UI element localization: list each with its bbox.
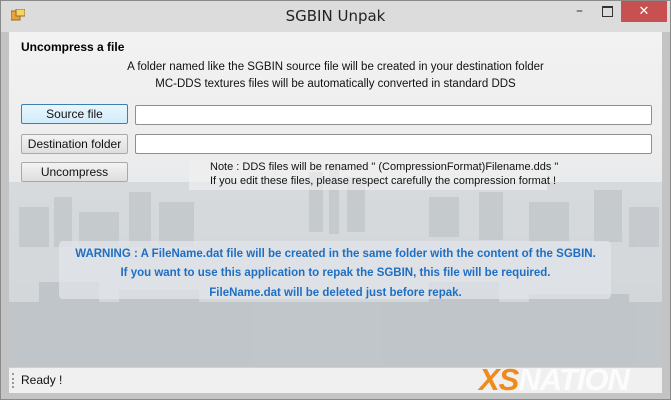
xsnation-logo: XSNATION <box>479 367 630 393</box>
title-bar[interactable]: SGBIN Unpak – ✕ <box>1 1 670 32</box>
minimize-button[interactable]: – <box>567 1 592 22</box>
minimize-icon: – <box>576 3 583 19</box>
logo-part-nation: NATION <box>518 367 630 393</box>
note-text-line-2: If you edit these files, please respect … <box>210 175 557 187</box>
maximize-button[interactable] <box>594 1 620 22</box>
source-file-button[interactable]: Source file <box>21 104 128 124</box>
status-text: Ready ! <box>21 373 63 387</box>
main-panel: Uncompress a file A folder named like th… <box>9 32 662 366</box>
status-bar: Ready ! XSNATION <box>9 367 662 393</box>
maximize-icon <box>601 6 613 17</box>
warning-text-line-1: WARNING : A FileName.dat file will be cr… <box>75 248 596 260</box>
close-button[interactable]: ✕ <box>621 1 667 22</box>
destination-folder-button[interactable]: Destination folder <box>21 134 128 154</box>
note-text-line-1: Note : DDS files will be renamed " (Comp… <box>210 161 559 173</box>
app-window: SGBIN Unpak – ✕ Uncompress a file A fold… <box>0 0 671 400</box>
source-file-input[interactable] <box>135 105 652 125</box>
uncompress-button[interactable]: Uncompress <box>21 162 128 182</box>
info-text-line-1: A folder named like the SGBIN source fil… <box>127 61 544 73</box>
destination-folder-input[interactable] <box>135 134 652 154</box>
status-grip-icon <box>12 373 16 388</box>
warning-text-line-2: If you want to use this application to r… <box>120 267 551 279</box>
close-icon: ✕ <box>638 4 650 19</box>
warning-text-line-3: FileName.dat will be deleted just before… <box>209 287 462 299</box>
section-heading: Uncompress a file <box>21 40 125 54</box>
info-text-line-2: MC-DDS textures files will be automatica… <box>155 78 516 90</box>
logo-part-xs: XS <box>479 367 519 393</box>
